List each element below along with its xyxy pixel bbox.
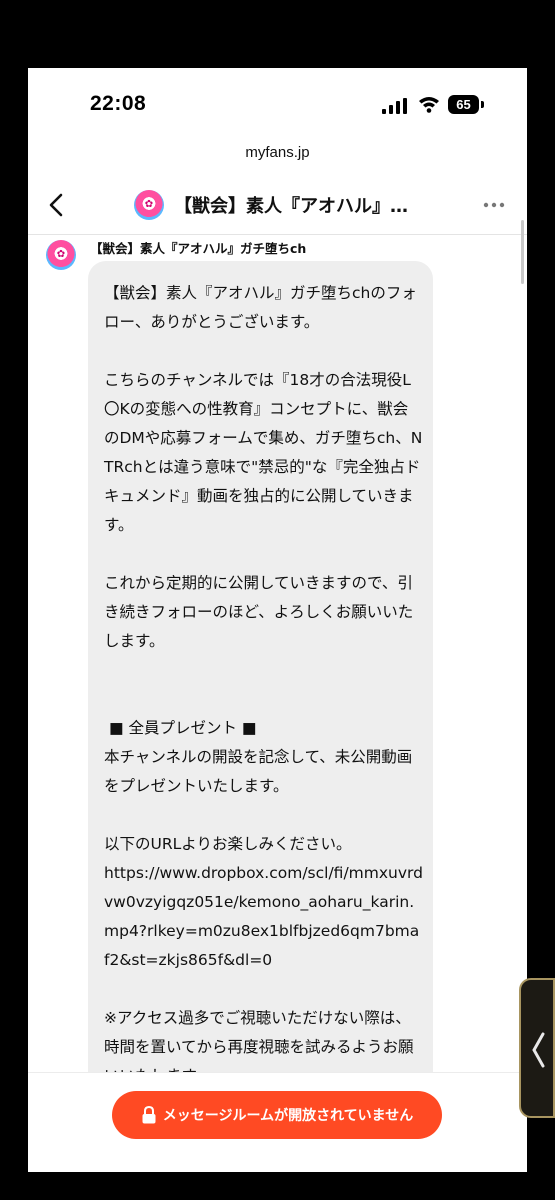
bottom-bar: メッセージルームが開放されていません xyxy=(28,1072,527,1172)
phone-screen: 22:08 65 myfans.jp ✿ 【獣会】素人『アオハル』… ✿ 【獣会… xyxy=(28,68,527,1172)
browser-url[interactable]: myfans.jp xyxy=(28,144,527,161)
sender-avatar[interactable]: ✿ xyxy=(46,240,76,270)
header-divider xyxy=(28,234,527,235)
more-horizontal-icon[interactable] xyxy=(483,200,505,210)
chat-title: 【獣会】素人『アオハル』… xyxy=(174,196,408,217)
signal-icon xyxy=(382,98,407,114)
avatar-logo-icon: ✿ xyxy=(56,249,66,260)
side-panel-handle[interactable] xyxy=(519,978,555,1118)
status-time: 22:08 xyxy=(90,92,147,115)
chevron-left-icon[interactable] xyxy=(42,190,72,220)
scrollbar[interactable] xyxy=(521,220,524,284)
chevron-left-icon xyxy=(532,1032,545,1068)
avatar-logo-icon: ✿ xyxy=(144,199,154,210)
sender-name: 【獣会】素人『アオハル』ガチ堕ちch xyxy=(90,241,307,256)
wifi-icon xyxy=(419,97,439,113)
battery-tip xyxy=(481,101,484,108)
message-bubble: 【獣会】素人『アオハル』ガチ堕ちchのフォロー、ありがとうございます。 こちらの… xyxy=(88,261,433,1121)
button-label: メッセージルームが開放されていません xyxy=(162,1108,414,1124)
message-room-locked-button[interactable]: メッセージルームが開放されていません xyxy=(112,1091,442,1139)
status-bar: 22:08 65 xyxy=(28,68,527,148)
lock-icon xyxy=(142,1106,156,1124)
chat-header: ✿ 【獣会】素人『アオハル』… xyxy=(28,182,527,232)
channel-avatar[interactable]: ✿ xyxy=(134,190,164,220)
message-text: 【獣会】素人『アオハル』ガチ堕ちchのフォロー、ありがとうございます。 こちらの… xyxy=(104,284,423,1085)
battery-indicator: 65 xyxy=(448,95,479,114)
